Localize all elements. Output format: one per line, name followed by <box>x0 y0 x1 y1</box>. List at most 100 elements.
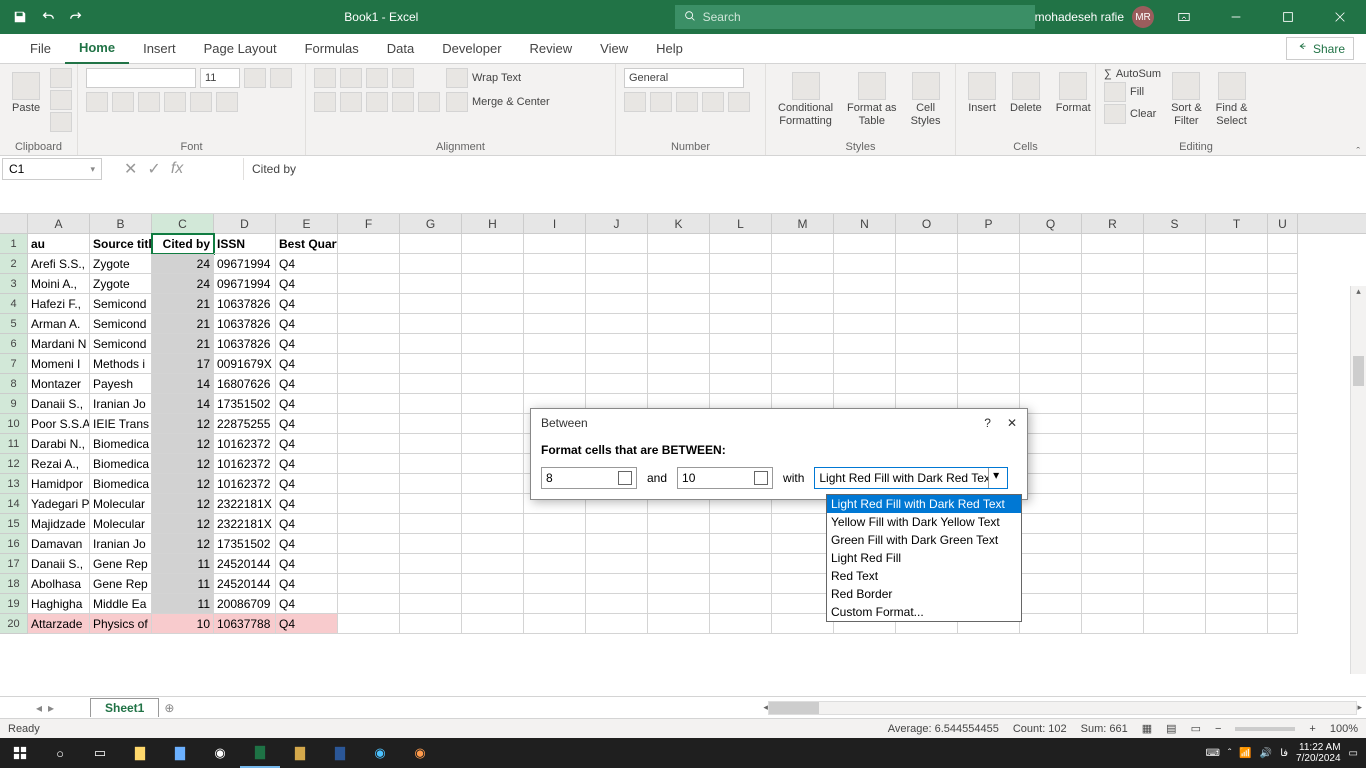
cell[interactable] <box>648 614 710 634</box>
view-pagebreak-icon[interactable]: ▭ <box>1191 722 1201 735</box>
dropdown-option[interactable]: Light Red Fill <box>827 549 1021 567</box>
ribbon-options-icon[interactable] <box>1162 2 1206 32</box>
collapse-ribbon-icon[interactable]: ˆ <box>1356 146 1360 158</box>
font-size-select[interactable]: 11 <box>200 68 240 88</box>
cell[interactable]: 10162372 <box>214 474 276 494</box>
cell[interactable] <box>338 334 400 354</box>
cell[interactable]: IEIE Trans <box>90 414 152 434</box>
accounting-icon[interactable] <box>624 92 646 112</box>
cell[interactable] <box>462 314 524 334</box>
redo-icon[interactable] <box>64 5 88 29</box>
col-header[interactable]: Q <box>1020 214 1082 233</box>
row-header[interactable]: 13 <box>0 474 28 494</box>
row-header[interactable]: 16 <box>0 534 28 554</box>
row-header[interactable]: 5 <box>0 314 28 334</box>
cell[interactable]: Yadegari P <box>28 494 90 514</box>
find-select-button[interactable]: Find & Select <box>1212 68 1252 132</box>
cell[interactable] <box>1144 514 1206 534</box>
cell[interactable] <box>1268 374 1298 394</box>
cell[interactable]: Zygote <box>90 274 152 294</box>
cell[interactable]: Biomedica <box>90 434 152 454</box>
user-avatar[interactable]: MR <box>1132 6 1154 28</box>
cell[interactable]: 10162372 <box>214 434 276 454</box>
cell[interactable]: Q4 <box>276 314 338 334</box>
cell[interactable]: Q4 <box>276 274 338 294</box>
cell[interactable] <box>462 474 524 494</box>
add-sheet-icon[interactable]: ⊕ <box>159 701 179 715</box>
cell[interactable] <box>338 414 400 434</box>
cell[interactable] <box>462 354 524 374</box>
cell[interactable] <box>1206 574 1268 594</box>
col-header[interactable]: O <box>896 214 958 233</box>
range-picker-icon[interactable] <box>618 471 632 485</box>
cell[interactable] <box>1206 534 1268 554</box>
cell[interactable] <box>338 454 400 474</box>
cell[interactable]: 11 <box>152 574 214 594</box>
dropdown-option[interactable]: Red Border <box>827 585 1021 603</box>
cell[interactable] <box>462 554 524 574</box>
cell[interactable] <box>1020 374 1082 394</box>
scroll-up-icon[interactable]: ▴ <box>1351 286 1366 302</box>
between-from-input[interactable]: 8 <box>541 467 637 489</box>
cell[interactable] <box>710 534 772 554</box>
cell[interactable] <box>400 594 462 614</box>
cell[interactable] <box>338 474 400 494</box>
cell[interactable] <box>462 614 524 634</box>
cell[interactable] <box>1082 414 1144 434</box>
cell[interactable] <box>1144 274 1206 294</box>
cell[interactable] <box>896 274 958 294</box>
cell[interactable] <box>648 594 710 614</box>
row-header[interactable]: 20 <box>0 614 28 634</box>
align-top-icon[interactable] <box>314 68 336 88</box>
tab-home[interactable]: Home <box>65 34 129 64</box>
cell[interactable] <box>524 334 586 354</box>
cell[interactable] <box>1082 614 1144 634</box>
row-header[interactable]: 18 <box>0 574 28 594</box>
cell[interactable]: 22875255 <box>214 414 276 434</box>
cell[interactable] <box>1082 554 1144 574</box>
cell[interactable]: Q4 <box>276 414 338 434</box>
cell[interactable] <box>772 234 834 254</box>
cell[interactable] <box>710 234 772 254</box>
cell[interactable] <box>462 254 524 274</box>
accept-formula-icon[interactable]: ✓ <box>147 159 160 179</box>
increase-font-icon[interactable] <box>244 68 266 88</box>
insert-cells-button[interactable]: Insert <box>964 68 1000 119</box>
cell[interactable] <box>400 354 462 374</box>
col-header[interactable]: U <box>1268 214 1298 233</box>
cell[interactable] <box>1206 374 1268 394</box>
cell[interactable] <box>710 614 772 634</box>
cell[interactable]: 20086709 <box>214 594 276 614</box>
cell[interactable] <box>1268 334 1298 354</box>
font-name-select[interactable] <box>86 68 196 88</box>
tab-insert[interactable]: Insert <box>129 34 190 64</box>
cell[interactable] <box>1268 514 1298 534</box>
cell[interactable]: Biomedica <box>90 454 152 474</box>
cell[interactable] <box>1020 394 1082 414</box>
vertical-scrollbar[interactable]: ▴ <box>1350 286 1366 674</box>
save-icon[interactable] <box>8 5 32 29</box>
cell[interactable] <box>772 334 834 354</box>
col-header[interactable]: F <box>338 214 400 233</box>
cell[interactable] <box>338 594 400 614</box>
cell[interactable] <box>1020 534 1082 554</box>
cell[interactable] <box>1206 434 1268 454</box>
cell[interactable] <box>1020 594 1082 614</box>
cell[interactable] <box>1206 354 1268 374</box>
cell[interactable] <box>338 614 400 634</box>
align-right-icon[interactable] <box>366 92 388 112</box>
align-center-icon[interactable] <box>340 92 362 112</box>
cell-styles-button[interactable]: Cell Styles <box>907 68 945 132</box>
dropdown-option[interactable]: Custom Format... <box>827 603 1021 621</box>
tray-clock[interactable]: 11:22 AM 7/20/2024 <box>1296 742 1341 764</box>
cell[interactable] <box>772 534 834 554</box>
cell[interactable] <box>896 374 958 394</box>
cell[interactable] <box>1082 254 1144 274</box>
cell[interactable] <box>834 254 896 274</box>
cell[interactable] <box>524 554 586 574</box>
font-color-icon[interactable] <box>216 92 238 112</box>
cell[interactable] <box>1268 354 1298 374</box>
cell[interactable] <box>462 234 524 254</box>
cell[interactable] <box>1144 594 1206 614</box>
tray-volume-icon[interactable]: 🔊 <box>1260 748 1272 759</box>
